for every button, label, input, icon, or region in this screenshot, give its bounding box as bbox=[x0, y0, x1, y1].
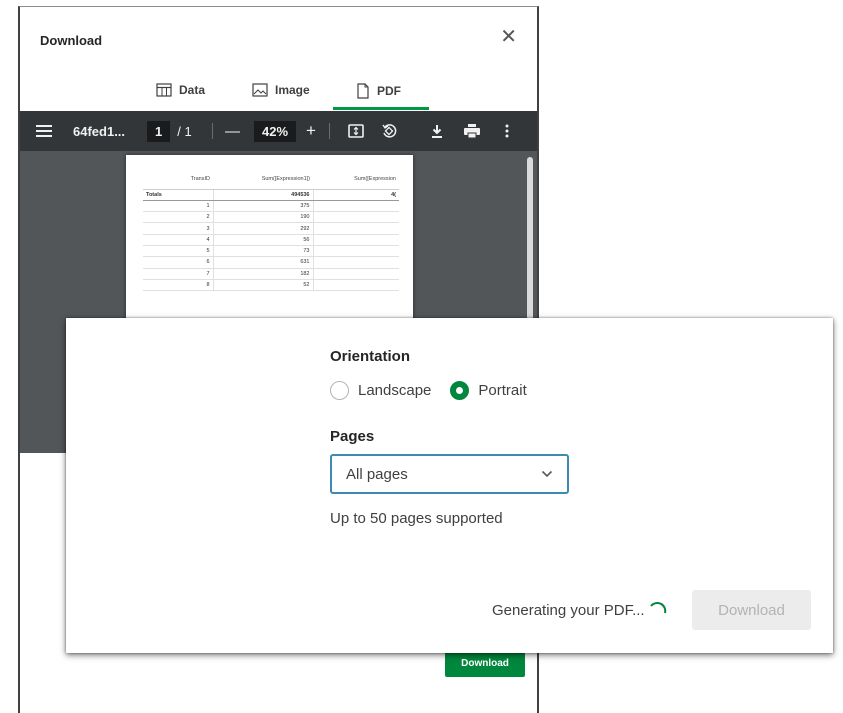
pdf-viewer-toolbar: 64fed1... 1 / 1 — 42% + bbox=[20, 111, 537, 151]
status-text: Generating your PDF... bbox=[492, 601, 645, 619]
table-icon bbox=[156, 83, 172, 97]
more-icon[interactable] bbox=[505, 111, 509, 151]
tab-image-label: Image bbox=[275, 83, 310, 97]
tab-pdf-label: PDF bbox=[377, 84, 401, 98]
table-row: 5 73 bbox=[143, 245, 399, 258]
pdf-options-panel: Orientation Landscape Portrait Pages All… bbox=[66, 318, 833, 653]
rotate-icon[interactable] bbox=[381, 111, 397, 151]
document-icon bbox=[356, 83, 370, 99]
viewer-scrollbar[interactable] bbox=[527, 157, 533, 327]
close-icon[interactable]: ✕ bbox=[500, 27, 517, 47]
zoom-out-button[interactable]: — bbox=[225, 111, 240, 151]
tab-pdf[interactable]: PDF bbox=[356, 83, 401, 99]
table-row: 2 190 bbox=[143, 211, 399, 224]
table-row: 4 56 bbox=[143, 234, 399, 246]
download-button[interactable]: Download bbox=[445, 649, 525, 677]
portrait-label[interactable]: Portrait bbox=[478, 382, 526, 399]
tab-data-label: Data bbox=[179, 83, 206, 97]
orientation-label: Orientation bbox=[330, 348, 411, 365]
download-button-disabled[interactable]: Download bbox=[692, 590, 811, 630]
pages-hint: Up to 50 pages supported bbox=[330, 510, 503, 527]
spinner-icon bbox=[648, 600, 668, 620]
menu-icon[interactable] bbox=[36, 111, 52, 151]
chevron-down-icon bbox=[541, 465, 553, 487]
file-name: 64fed1... bbox=[73, 123, 126, 139]
portrait-radio[interactable] bbox=[450, 381, 470, 400]
fit-page-icon[interactable] bbox=[348, 111, 364, 151]
pdf-table: TransID Sum([Expression1]) Sum([Expressi… bbox=[143, 169, 399, 292]
landscape-label[interactable]: Landscape bbox=[358, 382, 431, 399]
table-row: 3 292 bbox=[143, 222, 399, 235]
toolbar-divider bbox=[212, 123, 213, 139]
table-row: 6 631 bbox=[143, 256, 399, 269]
zoom-input[interactable]: 42% bbox=[254, 120, 297, 142]
generating-status: Generating your PDF... bbox=[492, 600, 668, 620]
table-row: 8 52 bbox=[143, 279, 399, 292]
orientation-radio-group: Landscape Portrait bbox=[330, 381, 527, 400]
pages-select-value: All pages bbox=[346, 465, 408, 483]
print-icon[interactable] bbox=[464, 111, 480, 151]
zoom-in-button[interactable]: + bbox=[306, 111, 316, 151]
column-header: Sum([Expression bbox=[313, 169, 399, 190]
column-header: Sum([Expression1]) bbox=[213, 169, 313, 190]
page-total: / 1 bbox=[177, 123, 192, 139]
tab-image[interactable]: Image bbox=[252, 83, 310, 97]
image-icon bbox=[252, 83, 268, 97]
pages-label: Pages bbox=[330, 428, 375, 445]
pages-select[interactable]: All pages bbox=[330, 454, 569, 494]
column-header: TransID bbox=[143, 169, 213, 190]
landscape-radio[interactable] bbox=[330, 381, 349, 400]
tab-bar: Data Image PDF bbox=[20, 77, 537, 111]
totals-row: Totals 494536 4( bbox=[143, 189, 399, 201]
page-number-input[interactable]: 1 bbox=[147, 120, 171, 142]
dialog-title: Download bbox=[40, 33, 103, 48]
table-row: 7 182 bbox=[143, 268, 399, 280]
active-tab-indicator bbox=[333, 107, 429, 110]
table-row: 1 375 bbox=[143, 200, 399, 213]
tab-data[interactable]: Data bbox=[156, 83, 205, 97]
toolbar-divider bbox=[329, 123, 330, 139]
download-icon[interactable] bbox=[431, 111, 443, 151]
